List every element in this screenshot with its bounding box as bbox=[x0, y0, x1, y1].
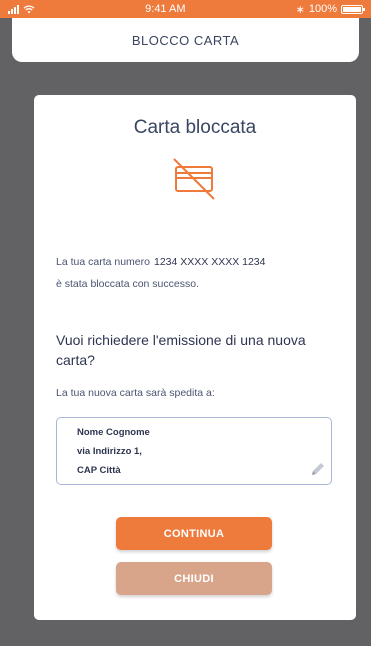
status-bar: 9:41 AM ∗ 100% bbox=[0, 0, 371, 18]
status-right: ∗ 100% bbox=[295, 3, 365, 16]
address-street: via Indirizzo 1, bbox=[77, 446, 142, 457]
bluetooth-icon: ∗ bbox=[295, 3, 305, 16]
blocked-card-dialog: Carta bloccata La tua carta numero 1234 X… bbox=[34, 95, 356, 620]
edit-pencil-icon[interactable] bbox=[309, 460, 327, 478]
block-confirmation-message: La tua carta numero 1234 XXXX XXXX 1234 è… bbox=[56, 251, 336, 295]
status-time: 9:41 AM bbox=[145, 3, 186, 15]
address-city: CAP Città bbox=[77, 465, 121, 476]
continue-button[interactable]: CONTINUA bbox=[116, 517, 272, 550]
status-left bbox=[8, 4, 35, 14]
header: BLOCCO CARTA bbox=[12, 18, 359, 62]
address-name: Nome Cognome bbox=[77, 427, 150, 438]
battery-percent: 100% bbox=[308, 3, 337, 15]
message-prefix: La tua carta numero bbox=[56, 256, 150, 268]
message-success: è stata bloccata con successo. bbox=[56, 278, 199, 290]
card-number: 1234 XXXX XXXX 1234 bbox=[153, 256, 266, 268]
signal-icon bbox=[8, 4, 19, 14]
dialog-title: Carta bloccata bbox=[133, 117, 257, 138]
wifi-icon bbox=[23, 4, 35, 13]
shipping-label: La tua nuova carta sarà spedita a: bbox=[56, 387, 215, 399]
address-field[interactable]: Nome Cognome via Indirizzo 1, CAP Città bbox=[56, 417, 332, 485]
page-title: BLOCCO CARTA bbox=[131, 32, 240, 48]
blocked-card-icon bbox=[173, 158, 215, 200]
close-button[interactable]: CHIUDI bbox=[116, 562, 272, 595]
battery-icon bbox=[341, 4, 365, 14]
new-card-question: Vuoi richiedere l'emissione di una nuova… bbox=[56, 332, 306, 368]
